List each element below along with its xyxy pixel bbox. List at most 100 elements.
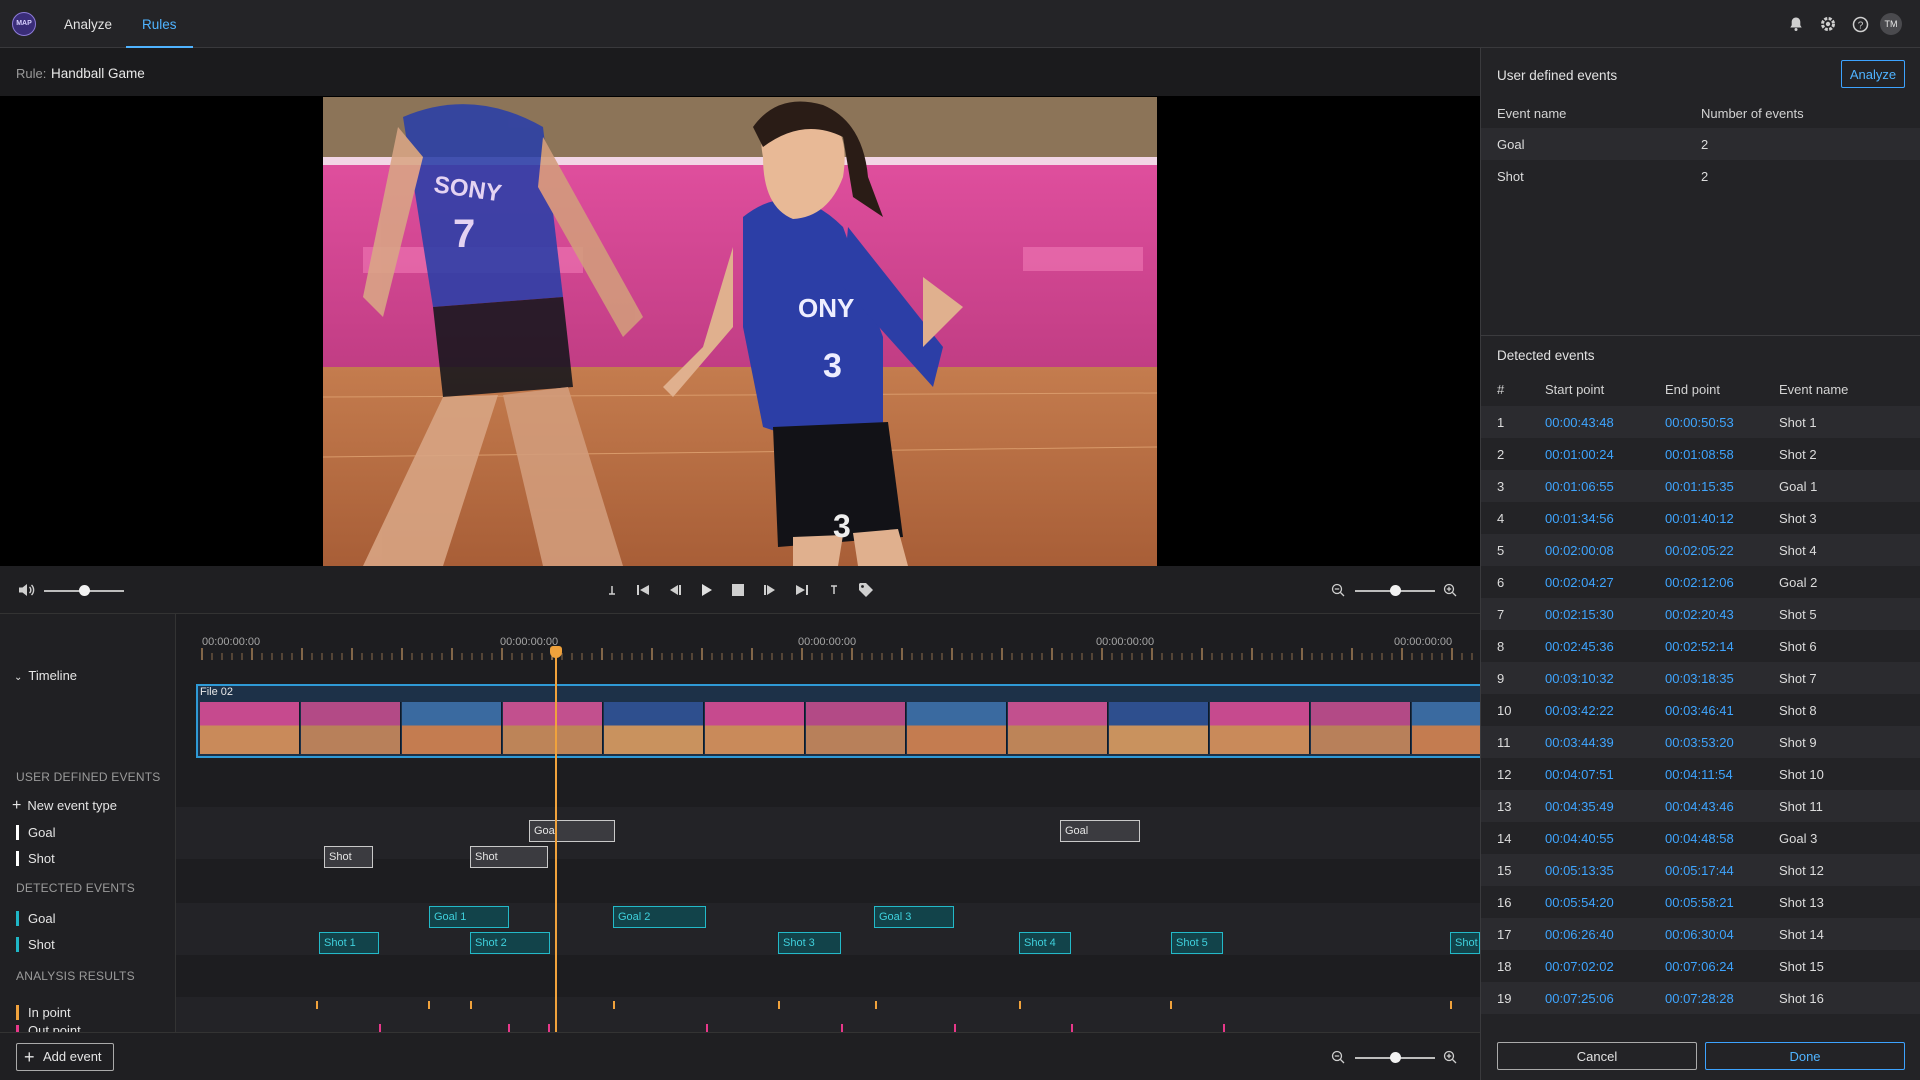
video-player[interactable]: SONY 7 ONY 3 3 xyxy=(0,96,1480,566)
user-goal-clip[interactable]: Goal xyxy=(1060,820,1140,842)
end-point-link[interactable]: 00:07:32:35 xyxy=(1665,1023,1734,1024)
start-point-link[interactable]: 00:01:34:56 xyxy=(1545,511,1614,526)
out-point-marker[interactable] xyxy=(841,1024,843,1032)
new-event-type-button[interactable]: + New event type xyxy=(12,797,117,815)
start-point-link[interactable]: 00:04:07:51 xyxy=(1545,767,1614,782)
start-point-link[interactable]: 00:00:43:48 xyxy=(1545,415,1614,430)
start-point-link[interactable]: 00:02:15:30 xyxy=(1545,607,1614,622)
detected-event-row[interactable]: 17 00:06:26:40 00:06:30:04 Shot 14 xyxy=(1481,918,1920,950)
start-point-link[interactable]: 00:07:02:02 xyxy=(1545,959,1614,974)
detected-event-row[interactable]: 11 00:03:44:39 00:03:53:20 Shot 9 xyxy=(1481,726,1920,758)
detected-event-row[interactable]: 6 00:02:04:27 00:02:12:06 Goal 2 xyxy=(1481,566,1920,598)
playhead-handle[interactable] xyxy=(550,646,562,658)
start-point-link[interactable]: 00:03:44:39 xyxy=(1545,735,1614,750)
start-point-link[interactable]: 00:04:40:55 xyxy=(1545,831,1614,846)
zoom-out-icon[interactable] xyxy=(1329,1048,1347,1066)
detected-event-row[interactable]: 13 00:04:35:49 00:04:43:46 Shot 11 xyxy=(1481,790,1920,822)
start-point-link[interactable]: 00:02:04:27 xyxy=(1545,575,1614,590)
end-point-link[interactable]: 00:04:48:58 xyxy=(1665,831,1734,846)
tag-icon[interactable] xyxy=(857,581,875,599)
start-point-link[interactable]: 00:01:06:55 xyxy=(1545,479,1614,494)
end-point-link[interactable]: 00:07:06:24 xyxy=(1665,959,1734,974)
detected-event-row[interactable]: 18 00:07:02:02 00:07:06:24 Shot 15 xyxy=(1481,950,1920,982)
detected-event-row[interactable]: 19 00:07:25:06 00:07:28:28 Shot 16 xyxy=(1481,982,1920,1014)
end-point-link[interactable]: 00:01:40:12 xyxy=(1665,511,1734,526)
skip-start-icon[interactable] xyxy=(634,581,652,599)
mark-in-icon[interactable] xyxy=(603,581,621,599)
out-point-marker[interactable] xyxy=(379,1024,381,1032)
end-point-link[interactable]: 00:03:46:41 xyxy=(1665,703,1734,718)
zoom-in-icon[interactable] xyxy=(1441,581,1459,599)
end-point-link[interactable]: 00:02:52:14 xyxy=(1665,639,1734,654)
start-point-link[interactable]: 00:06:26:40 xyxy=(1545,927,1614,942)
in-point-marker[interactable] xyxy=(875,1001,877,1009)
detected-event-row[interactable]: 16 00:05:54:20 00:05:58:21 Shot 13 xyxy=(1481,886,1920,918)
detected-event-row[interactable]: 5 00:02:00:08 00:02:05:22 Shot 4 xyxy=(1481,534,1920,566)
detected-event-row[interactable]: 2 00:01:00:24 00:01:08:58 Shot 2 xyxy=(1481,438,1920,470)
mark-out-icon[interactable] xyxy=(825,581,843,599)
end-point-link[interactable]: 00:07:28:28 xyxy=(1665,991,1734,1006)
end-point-link[interactable]: 00:02:05:22 xyxy=(1665,543,1734,558)
start-point-link[interactable]: 00:05:13:35 xyxy=(1545,863,1614,878)
in-point-marker[interactable] xyxy=(428,1001,430,1009)
detected-goal-clip[interactable]: Goal 3 xyxy=(874,906,954,928)
video-frame[interactable]: SONY 7 ONY 3 3 xyxy=(323,97,1157,566)
timeline-toggle[interactable]: ⌄ Timeline xyxy=(14,668,77,683)
zoom-slider-knob[interactable] xyxy=(1390,585,1401,596)
out-point-marker[interactable] xyxy=(548,1024,550,1032)
start-point-link[interactable]: 00:05:54:20 xyxy=(1545,895,1614,910)
start-point-link[interactable]: 00:02:00:08 xyxy=(1545,543,1614,558)
in-point-marker[interactable] xyxy=(1450,1001,1452,1009)
play-icon[interactable] xyxy=(698,581,716,599)
in-point-marker[interactable] xyxy=(470,1001,472,1009)
stop-icon[interactable] xyxy=(729,581,747,599)
gear-icon[interactable] xyxy=(1818,14,1838,34)
detected-event-row[interactable]: 14 00:04:40:55 00:04:48:58 Goal 3 xyxy=(1481,822,1920,854)
detected-event-row[interactable]: 9 00:03:10:32 00:03:18:35 Shot 7 xyxy=(1481,662,1920,694)
zoom-in-icon[interactable] xyxy=(1441,1048,1459,1066)
start-point-link[interactable]: 00:04:35:49 xyxy=(1545,799,1614,814)
timeline-zoom-knob[interactable] xyxy=(1390,1052,1401,1063)
user-event-row[interactable]: Goal 2 xyxy=(1481,128,1920,160)
end-point-link[interactable]: 00:04:11:54 xyxy=(1665,767,1733,782)
out-point-marker[interactable] xyxy=(508,1024,510,1032)
in-point-marker[interactable] xyxy=(778,1001,780,1009)
start-point-link[interactable]: 00:07:25:06 xyxy=(1545,991,1614,1006)
detected-event-row[interactable]: 20 00:07:26:58 00:07:32:35 Goal 5 xyxy=(1481,1014,1920,1024)
start-point-link[interactable]: 00:07:26:58 xyxy=(1545,1023,1614,1024)
end-point-link[interactable]: 00:03:18:35 xyxy=(1665,671,1734,686)
avatar[interactable]: TM xyxy=(1880,13,1902,35)
start-point-link[interactable]: 00:03:42:22 xyxy=(1545,703,1614,718)
step-forward-icon[interactable] xyxy=(761,581,779,599)
end-point-link[interactable]: 00:05:58:21 xyxy=(1665,895,1734,910)
detected-shot-clip[interactable]: Shot 1 xyxy=(319,932,379,954)
end-point-link[interactable]: 00:06:30:04 xyxy=(1665,927,1734,942)
end-point-link[interactable]: 00:00:50:53 xyxy=(1665,415,1734,430)
end-point-link[interactable]: 00:04:43:46 xyxy=(1665,799,1734,814)
out-point-marker[interactable] xyxy=(954,1024,956,1032)
detected-goal-clip[interactable]: Goal 1 xyxy=(429,906,509,928)
in-point-marker[interactable] xyxy=(316,1001,318,1009)
help-icon[interactable]: ? xyxy=(1850,14,1870,34)
detected-goal-clip[interactable]: Goal 2 xyxy=(613,906,706,928)
detected-shot-clip[interactable]: Shot 3 xyxy=(778,932,841,954)
end-point-link[interactable]: 00:02:20:43 xyxy=(1665,607,1734,622)
in-point-marker[interactable] xyxy=(1019,1001,1021,1009)
detected-event-row[interactable]: 8 00:02:45:36 00:02:52:14 Shot 6 xyxy=(1481,630,1920,662)
start-point-link[interactable]: 00:02:45:36 xyxy=(1545,639,1614,654)
detected-events-list[interactable]: 1 00:00:43:48 00:00:50:53 Shot 1 2 00:01:00:2… xyxy=(1481,406,1920,1024)
detected-event-row[interactable]: 15 00:05:13:35 00:05:17:44 Shot 12 xyxy=(1481,854,1920,886)
volume-slider-knob[interactable] xyxy=(79,585,90,596)
tab-analyze[interactable]: Analyze xyxy=(64,0,112,48)
out-point-marker[interactable] xyxy=(706,1024,708,1032)
volume-icon[interactable] xyxy=(18,581,36,599)
end-point-link[interactable]: 00:01:15:35 xyxy=(1665,479,1734,494)
zoom-out-icon[interactable] xyxy=(1329,581,1347,599)
detected-event-row[interactable]: 4 00:01:34:56 00:01:40:12 Shot 3 xyxy=(1481,502,1920,534)
in-point-marker[interactable] xyxy=(1170,1001,1172,1009)
end-point-link[interactable]: 00:01:08:58 xyxy=(1665,447,1734,462)
user-shot-clip[interactable]: Shot xyxy=(324,846,373,868)
start-point-link[interactable]: 00:01:00:24 xyxy=(1545,447,1614,462)
out-point-marker[interactable] xyxy=(1071,1024,1073,1032)
cancel-button[interactable]: Cancel xyxy=(1497,1042,1697,1070)
